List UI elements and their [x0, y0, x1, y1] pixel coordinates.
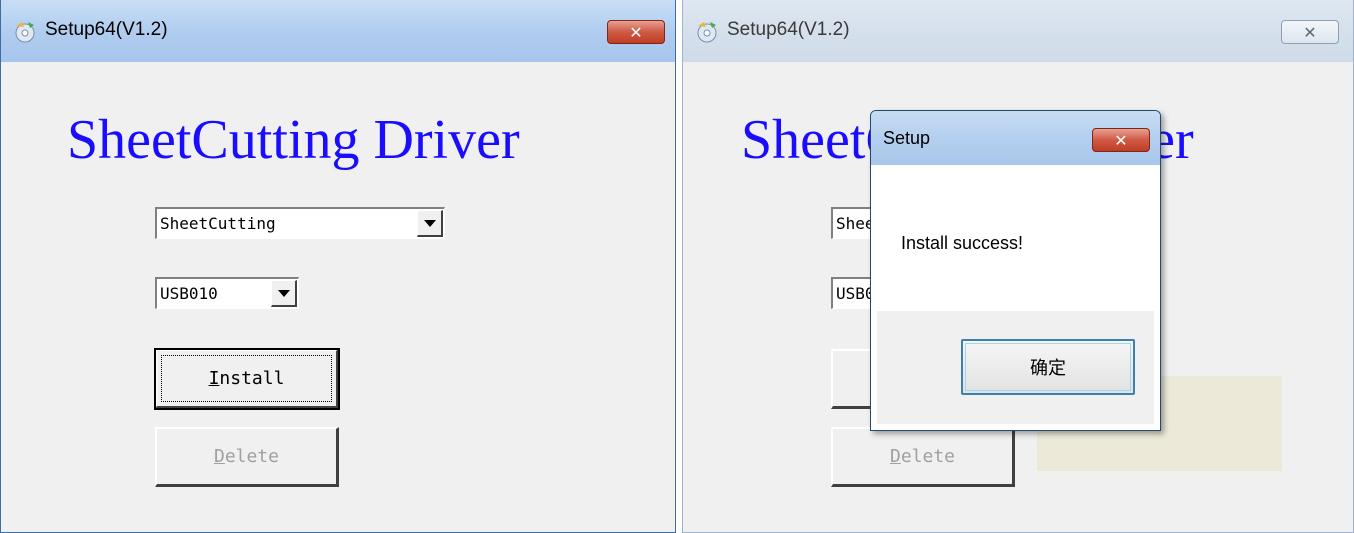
setup-app-icon: [15, 22, 35, 43]
dialog-close-button[interactable]: ✕: [1092, 128, 1150, 152]
close-icon: ✕: [629, 22, 643, 42]
close-icon: ✕: [1303, 22, 1317, 42]
dialog-message: Install success!: [901, 233, 1024, 253]
window-title: Setup64(V1.2): [45, 19, 168, 40]
message-dialog: Setup ✕ Install success! 确定: [870, 110, 1161, 431]
delete-button-label: Delete: [889, 446, 956, 467]
driver-select[interactable]: SheetCutting: [155, 207, 445, 239]
close-button[interactable]: ✕: [1281, 20, 1339, 44]
title-bar[interactable]: Setup64(V1.2) ✕: [1, 0, 675, 62]
close-button[interactable]: ✕: [607, 20, 665, 44]
window-title: Setup64(V1.2): [727, 19, 850, 40]
setup-app-icon: [697, 22, 717, 43]
ok-button[interactable]: 确定: [961, 339, 1135, 395]
close-icon: ✕: [1114, 130, 1128, 150]
window-client-area: SheetCutting Driver SheetCutting USB010 …: [9, 62, 667, 524]
dialog-footer: 确定: [877, 311, 1154, 424]
driver-select-value: SheetCutting: [160, 214, 276, 233]
chevron-down-icon[interactable]: [271, 280, 297, 307]
port-select[interactable]: USB010: [155, 277, 299, 309]
title-bar[interactable]: Setup64(V1.2) ✕: [683, 0, 1353, 62]
dialog-title: Setup: [883, 128, 931, 148]
port-select-value: USB010: [160, 284, 218, 303]
dialog-title-bar[interactable]: Setup ✕: [871, 111, 1160, 165]
focus-ring: [161, 355, 332, 402]
install-button[interactable]: Install: [154, 348, 340, 410]
ok-button-label: 确定: [1030, 358, 1066, 379]
delete-button-label: Delete: [213, 446, 280, 467]
delete-button[interactable]: Delete: [155, 427, 339, 487]
chevron-down-icon[interactable]: [417, 210, 443, 237]
delete-button[interactable]: Delete: [831, 427, 1015, 487]
dialog-body: Install success! 确定: [877, 165, 1154, 424]
setup-window-active: Setup64(V1.2) ✕ SheetCutting Driver Shee…: [0, 0, 676, 533]
driver-headline: SheetCutting Driver: [67, 109, 520, 171]
